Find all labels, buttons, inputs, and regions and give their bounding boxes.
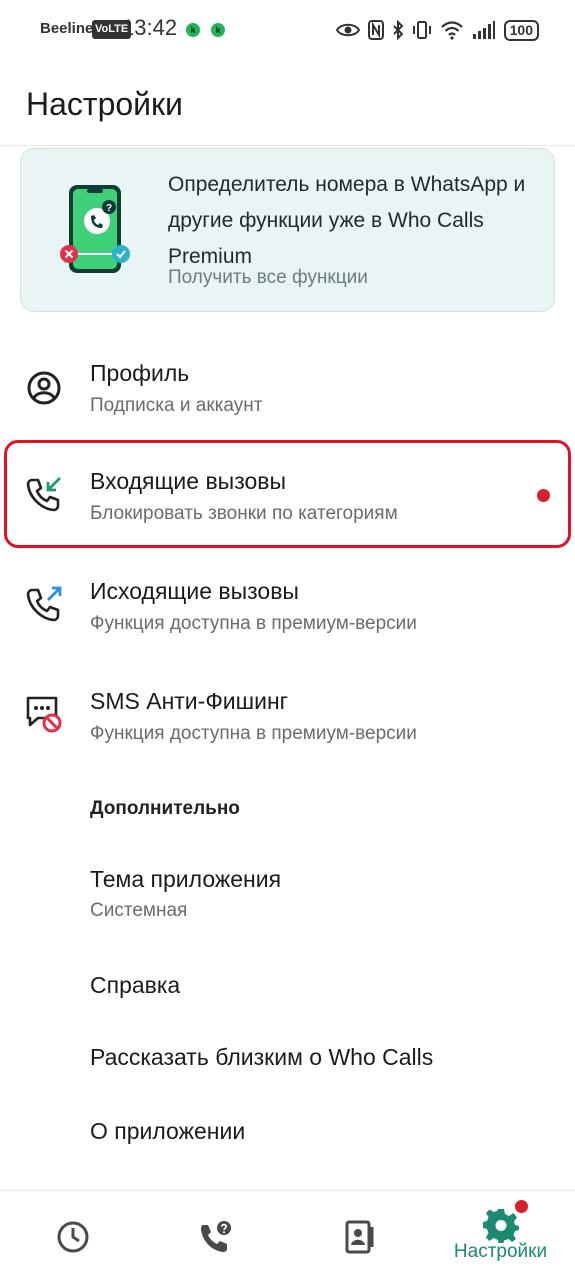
item-title: Профиль: [90, 360, 190, 386]
item-subtitle: Блокировать звонки по категориям: [90, 503, 398, 524]
phone-illustration-icon: ?: [60, 185, 130, 273]
item-subtitle: Подписка и аккаунт: [90, 395, 263, 416]
nav-tab-caller-check[interactable]: [143, 1191, 286, 1280]
settings-item-incoming-calls[interactable]: Входящие вызовы Блокировать звонки по ка…: [0, 460, 575, 540]
item-subtitle: Функция доступна в премиум-версии: [90, 723, 417, 744]
gear-icon: [483, 1209, 519, 1243]
premium-promo-card[interactable]: ? Определитель номера в WhatsApp и други…: [20, 148, 555, 312]
carrier-name: Beeline: [40, 20, 94, 37]
item-title: О приложении: [90, 1118, 246, 1144]
settings-item-about[interactable]: О приложении: [0, 1106, 575, 1158]
settings-item-app-theme[interactable]: Тема приложения Системная: [0, 858, 575, 930]
eye-icon: [335, 23, 360, 37]
settings-item-outgoing-calls[interactable]: Исходящие вызовы Функция доступна в прем…: [0, 570, 575, 650]
nav-tab-settings[interactable]: Настройки: [429, 1191, 572, 1280]
incoming-call-icon: [26, 477, 61, 512]
section-header-additional: Дополнительно: [90, 798, 240, 819]
settings-item-help[interactable]: Справка: [0, 960, 575, 1012]
wifi-icon: [440, 21, 463, 40]
item-title: SMS Анти-Фишинг: [90, 688, 289, 714]
notification-dot: [515, 1200, 528, 1213]
settings-item-profile[interactable]: Профиль Подписка и аккаунт: [0, 352, 575, 432]
kaspersky-badge-icon: k: [211, 23, 225, 37]
page-title: Настройки: [26, 86, 183, 122]
item-title: Рассказать близким о Who Calls: [90, 1044, 434, 1070]
signal-icon: [472, 21, 495, 39]
contacts-icon: [345, 1220, 374, 1254]
bluetooth-icon: [392, 20, 404, 40]
nfc-icon: [367, 20, 384, 40]
settings-item-share[interactable]: Рассказать близким о Who Calls: [0, 1032, 575, 1084]
kaspersky-badge-icon: k: [186, 23, 200, 37]
nav-label-settings: Настройки: [453, 1241, 548, 1262]
item-title: Тема приложения: [90, 866, 282, 892]
nav-tab-contacts[interactable]: [286, 1191, 429, 1280]
app-header: Настройки: [0, 60, 575, 146]
item-title: Исходящие вызовы: [90, 578, 299, 604]
status-icons: 100: [335, 18, 539, 42]
promo-text: Определитель номера в WhatsApp и другие …: [168, 173, 526, 268]
sms-block-icon: [26, 696, 62, 733]
item-subtitle: Системная: [90, 900, 188, 921]
outgoing-call-icon: [26, 586, 62, 622]
settings-item-sms-anti-phishing[interactable]: SMS Анти-Фишинг Функция доступна в преми…: [0, 680, 575, 760]
battery-icon: 100: [503, 19, 539, 41]
call-question-icon: [201, 1221, 231, 1252]
status-time: 13:42: [122, 15, 178, 40]
clock-icon: [57, 1221, 89, 1253]
bottom-navigation: Настройки: [0, 1190, 575, 1280]
promo-get-all-features-link[interactable]: Получить все функции: [168, 267, 368, 289]
item-title: Справка: [90, 972, 181, 998]
status-bar: Beeline VoLTE 13:42 k k 100: [0, 0, 575, 60]
vibrate-icon: [412, 21, 431, 39]
nav-tab-history[interactable]: [0, 1191, 143, 1280]
account-circle-icon: [27, 371, 61, 405]
item-subtitle: Функция доступна в премиум-версии: [90, 613, 417, 634]
item-title: Входящие вызовы: [90, 468, 287, 494]
notification-dot: [537, 489, 550, 502]
question-badge: ?: [106, 203, 112, 214]
